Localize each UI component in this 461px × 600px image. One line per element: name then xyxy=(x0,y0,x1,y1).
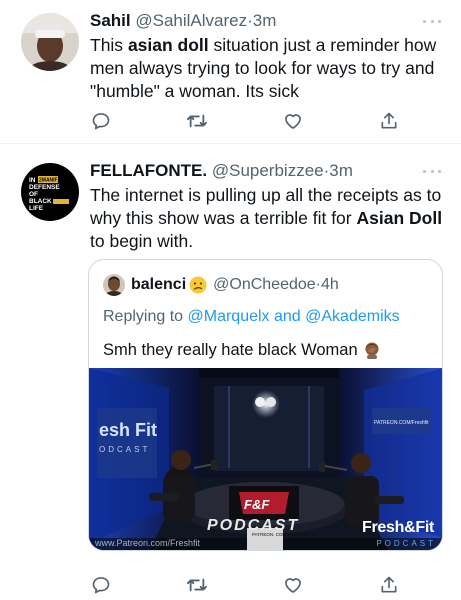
quoted-timestamp[interactable]: 4h xyxy=(321,275,339,295)
more-icon[interactable] xyxy=(423,168,441,174)
quoted-display-name[interactable]: balenci xyxy=(131,275,186,295)
display-name[interactable]: FELLAFONTE. xyxy=(90,161,207,180)
timestamp[interactable]: 3m xyxy=(329,161,353,180)
svg-text:F&F: F&F xyxy=(244,497,270,512)
watermark-sub: PODCAST xyxy=(376,539,436,548)
facepalm-emoji-icon xyxy=(363,341,381,359)
handle[interactable]: @Superbizzee xyxy=(212,161,324,180)
confused-face-icon xyxy=(189,276,207,294)
watermark-url: www.Patreon.com/Freshfit xyxy=(95,538,201,548)
avatar-word: BLACK xyxy=(29,198,52,205)
reply-icon[interactable] xyxy=(90,110,112,132)
text-bold: Asian Doll xyxy=(356,208,443,228)
tweet[interactable]: Sahil @SahilAlvarez·3m This asian doll s… xyxy=(0,0,461,143)
avatar[interactable] xyxy=(21,13,79,71)
quoted-text: Smh they really hate black Woman xyxy=(103,340,381,360)
handle[interactable]: @SahilAlvarez xyxy=(135,11,247,30)
left-sign-sub: ODCAST xyxy=(99,445,150,454)
quoted-avatar xyxy=(103,274,125,296)
replying-to: Replying to @Marquelx and @Akademiks xyxy=(103,307,400,327)
table-label: PODCAST xyxy=(207,517,300,534)
replying-prefix: Replying to xyxy=(103,308,188,325)
replying-and: and xyxy=(269,308,306,325)
tweet-header: Sahil @SahilAlvarez·3m xyxy=(90,11,276,31)
share-icon[interactable] xyxy=(378,574,400,596)
like-icon[interactable] xyxy=(282,110,304,132)
avatar-word: LIFE xyxy=(29,205,44,212)
avatar[interactable]: IN 2MANIF DEFENSE OF BLACK LIFE xyxy=(21,163,79,221)
quoted-media-image[interactable]: esh Fit ODCAST PATREON.COM/Freshfit F&F xyxy=(89,368,442,550)
retweet-icon[interactable] xyxy=(186,574,208,596)
quoted-text-content: Smh they really hate black Woman xyxy=(103,341,358,359)
share-icon[interactable] xyxy=(378,110,400,132)
mention-link[interactable]: @Akademiks xyxy=(305,308,400,325)
display-name[interactable]: Sahil xyxy=(90,11,131,30)
left-sign-text: esh Fit xyxy=(99,420,157,440)
more-icon[interactable] xyxy=(423,18,441,24)
avatar-word: IN xyxy=(29,177,36,184)
quoted-handle[interactable]: @OnCheedoe xyxy=(213,275,316,295)
tweet-header: FELLAFONTE. @Superbizzee·3m xyxy=(90,161,353,181)
avatar-word: OF xyxy=(29,191,38,198)
tweet-text: The internet is pulling up all the recei… xyxy=(90,184,445,253)
tweet[interactable]: IN 2MANIF DEFENSE OF BLACK LIFE FELLAFON… xyxy=(0,143,461,600)
text-segment: to begin with. xyxy=(90,231,194,251)
watermark-brand: Fresh&Fit xyxy=(362,519,434,536)
text-segment: This xyxy=(90,35,128,55)
reply-icon[interactable] xyxy=(90,574,112,596)
tweet-text: This asian doll situation just a reminde… xyxy=(90,34,445,103)
action-bar xyxy=(90,574,400,596)
mention-link[interactable]: @Marquelx xyxy=(188,308,270,325)
retweet-icon[interactable] xyxy=(186,110,208,132)
quoted-header: balenci @OnCheedoe · 4h xyxy=(103,274,339,296)
avatar-word: DEFENSE xyxy=(29,184,60,191)
timestamp[interactable]: 3m xyxy=(253,11,277,30)
text-bold: asian doll xyxy=(127,35,209,55)
avatar-badge: 2MANIF xyxy=(39,178,58,184)
action-bar xyxy=(90,110,400,132)
quoted-tweet[interactable]: balenci @OnCheedoe · 4h Replying to @Marqu… xyxy=(88,259,443,551)
like-icon[interactable] xyxy=(282,574,304,596)
right-sign-text: PATREON.COM/Freshfit xyxy=(374,420,429,426)
